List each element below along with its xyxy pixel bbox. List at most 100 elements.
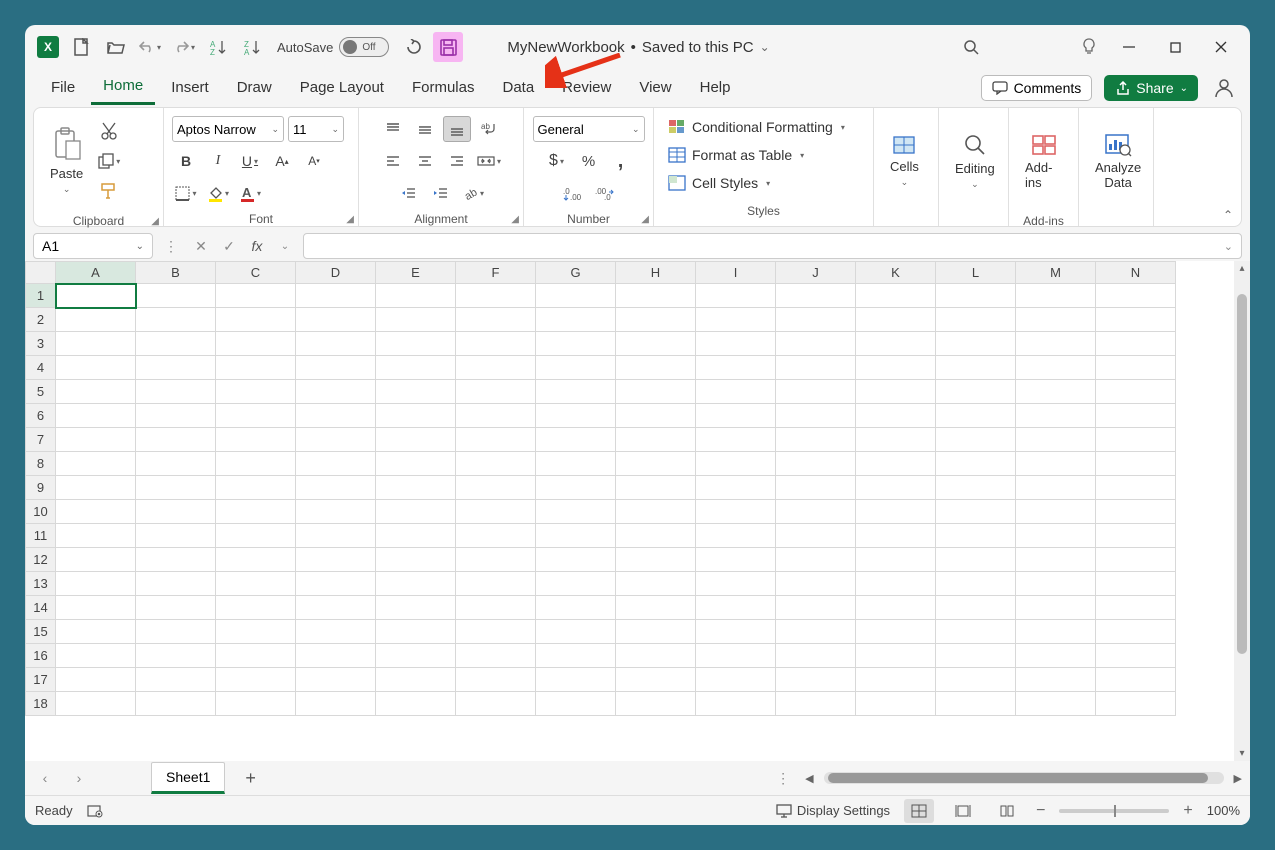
cell[interactable] bbox=[1016, 596, 1096, 620]
cell[interactable] bbox=[776, 404, 856, 428]
cell[interactable] bbox=[376, 308, 456, 332]
cell[interactable] bbox=[536, 692, 616, 716]
cell[interactable] bbox=[1096, 668, 1176, 692]
align-middle-icon[interactable] bbox=[411, 116, 439, 142]
cell[interactable] bbox=[696, 284, 776, 308]
cell[interactable] bbox=[216, 332, 296, 356]
column-header[interactable]: A bbox=[56, 262, 136, 284]
cell[interactable] bbox=[696, 452, 776, 476]
cell[interactable] bbox=[856, 332, 936, 356]
row-header[interactable]: 17 bbox=[26, 668, 56, 692]
align-top-icon[interactable] bbox=[379, 116, 407, 142]
cell[interactable] bbox=[456, 356, 536, 380]
cell[interactable] bbox=[936, 332, 1016, 356]
cell[interactable] bbox=[456, 452, 536, 476]
cell[interactable] bbox=[456, 572, 536, 596]
share-button[interactable]: Share ⌄ bbox=[1104, 75, 1198, 101]
display-settings-button[interactable]: Display Settings bbox=[776, 803, 890, 818]
cell[interactable] bbox=[296, 572, 376, 596]
cell[interactable] bbox=[1016, 692, 1096, 716]
cell[interactable] bbox=[136, 284, 216, 308]
cut-icon[interactable] bbox=[95, 118, 123, 144]
cell[interactable] bbox=[696, 620, 776, 644]
cell[interactable] bbox=[136, 500, 216, 524]
cell[interactable] bbox=[56, 500, 136, 524]
cell[interactable] bbox=[136, 428, 216, 452]
align-center-icon[interactable] bbox=[411, 148, 439, 174]
cell[interactable] bbox=[936, 572, 1016, 596]
cell[interactable] bbox=[56, 572, 136, 596]
cell[interactable] bbox=[56, 524, 136, 548]
cell[interactable] bbox=[376, 476, 456, 500]
column-header[interactable]: K bbox=[856, 262, 936, 284]
cell[interactable] bbox=[216, 548, 296, 572]
cell[interactable] bbox=[1096, 620, 1176, 644]
column-header[interactable]: F bbox=[456, 262, 536, 284]
scroll-thumb[interactable] bbox=[1237, 294, 1247, 654]
cell[interactable] bbox=[1096, 428, 1176, 452]
row-header[interactable]: 5 bbox=[26, 380, 56, 404]
document-title[interactable]: MyNewWorkbook • Saved to this PC ⌄ bbox=[507, 39, 769, 56]
cell[interactable] bbox=[456, 308, 536, 332]
column-header[interactable]: M bbox=[1016, 262, 1096, 284]
cell[interactable] bbox=[856, 668, 936, 692]
cell[interactable] bbox=[776, 692, 856, 716]
cell[interactable] bbox=[216, 644, 296, 668]
cell[interactable] bbox=[856, 524, 936, 548]
cell[interactable] bbox=[136, 356, 216, 380]
cell[interactable] bbox=[536, 476, 616, 500]
cell[interactable] bbox=[616, 620, 696, 644]
cell[interactable] bbox=[536, 308, 616, 332]
cell[interactable] bbox=[456, 332, 536, 356]
horizontal-scrollbar[interactable] bbox=[824, 772, 1224, 784]
column-header[interactable]: B bbox=[136, 262, 216, 284]
cell[interactable] bbox=[616, 596, 696, 620]
scroll-up-icon[interactable]: ▴ bbox=[1239, 263, 1244, 274]
cell[interactable] bbox=[216, 404, 296, 428]
cell[interactable] bbox=[376, 524, 456, 548]
cell[interactable] bbox=[1096, 572, 1176, 596]
cell[interactable] bbox=[616, 428, 696, 452]
cell[interactable] bbox=[536, 380, 616, 404]
cell[interactable] bbox=[856, 692, 936, 716]
scroll-down-icon[interactable]: ▾ bbox=[1239, 748, 1244, 759]
cell[interactable] bbox=[456, 284, 536, 308]
row-header[interactable]: 15 bbox=[26, 620, 56, 644]
cell[interactable] bbox=[1016, 356, 1096, 380]
cell[interactable] bbox=[56, 452, 136, 476]
tab-data[interactable]: Data bbox=[490, 73, 546, 104]
cell[interactable] bbox=[936, 356, 1016, 380]
cell[interactable] bbox=[536, 620, 616, 644]
cell[interactable] bbox=[216, 572, 296, 596]
cell[interactable] bbox=[1096, 332, 1176, 356]
cell[interactable] bbox=[856, 452, 936, 476]
cell[interactable] bbox=[1016, 644, 1096, 668]
cell[interactable] bbox=[856, 476, 936, 500]
editing-button[interactable]: Editing⌄ bbox=[947, 114, 1003, 208]
save-button[interactable] bbox=[433, 32, 463, 62]
comments-button[interactable]: Comments bbox=[981, 75, 1093, 101]
cell[interactable] bbox=[1096, 524, 1176, 548]
row-header[interactable]: 18 bbox=[26, 692, 56, 716]
cell[interactable] bbox=[616, 404, 696, 428]
cell[interactable] bbox=[776, 356, 856, 380]
cell[interactable] bbox=[456, 404, 536, 428]
more-icon[interactable]: ⋮ bbox=[159, 234, 183, 258]
cell[interactable] bbox=[936, 668, 1016, 692]
cell[interactable] bbox=[56, 596, 136, 620]
align-right-icon[interactable] bbox=[443, 148, 471, 174]
cell[interactable] bbox=[616, 332, 696, 356]
prev-sheet-icon[interactable]: ‹ bbox=[33, 766, 57, 790]
font-size-select[interactable]: 11⌄ bbox=[288, 116, 344, 142]
borders-button[interactable] bbox=[172, 180, 200, 206]
macro-record-icon[interactable] bbox=[87, 804, 103, 818]
row-header[interactable]: 13 bbox=[26, 572, 56, 596]
format-painter-icon[interactable] bbox=[95, 178, 123, 204]
scroll-right-icon[interactable]: ▶ bbox=[1234, 772, 1242, 785]
cell[interactable] bbox=[216, 524, 296, 548]
cell[interactable] bbox=[776, 620, 856, 644]
increase-decimal-icon[interactable]: .0.00 bbox=[559, 180, 587, 206]
open-file-icon[interactable] bbox=[101, 32, 131, 62]
cell[interactable] bbox=[616, 284, 696, 308]
dialog-launcher-icon[interactable]: ◢ bbox=[346, 214, 354, 225]
